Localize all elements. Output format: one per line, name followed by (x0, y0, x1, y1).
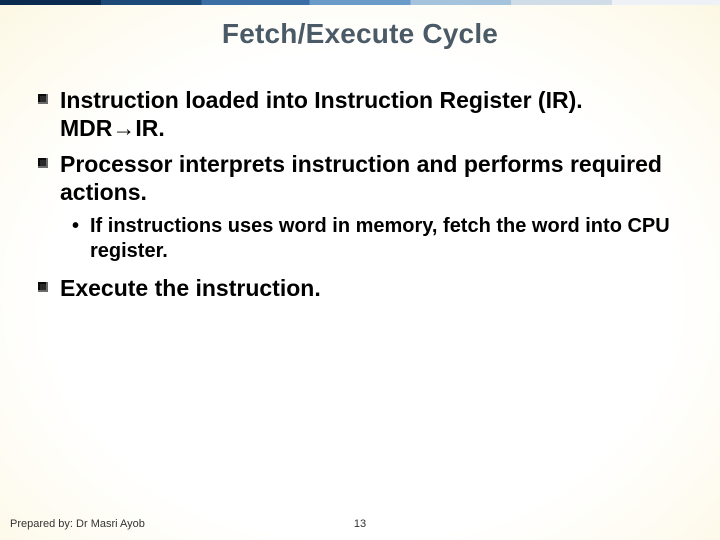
square-bullet-icon (38, 158, 48, 168)
dot-bullet-icon: • (72, 214, 79, 239)
bullet-level1: Execute the instruction. (38, 274, 680, 302)
bullet-text: If instructions uses word in memory, fet… (90, 215, 670, 262)
bullet-text: Execute the instruction. (60, 275, 321, 301)
square-bullet-icon (38, 282, 48, 292)
bullet-text: Processor interprets instruction and per… (60, 151, 662, 205)
slide-title: Fetch/Execute Cycle (0, 18, 720, 50)
footer-page-number: 13 (0, 518, 720, 530)
slide-body: Instruction loaded into Instruction Regi… (38, 86, 680, 310)
bullet-level1: Instruction loaded into Instruction Regi… (38, 86, 680, 142)
square-bullet-icon (38, 94, 48, 104)
slide: Fetch/Execute Cycle Instruction loaded i… (0, 0, 720, 540)
text-run: IR. (135, 115, 164, 141)
bullet-level2: • If instructions uses word in memory, f… (38, 214, 680, 264)
top-gradient-bar (0, 0, 720, 5)
arrow-icon: → (112, 115, 135, 141)
bullet-text: Instruction loaded into Instruction Regi… (60, 87, 583, 141)
bullet-level1: Processor interprets instruction and per… (38, 150, 680, 206)
